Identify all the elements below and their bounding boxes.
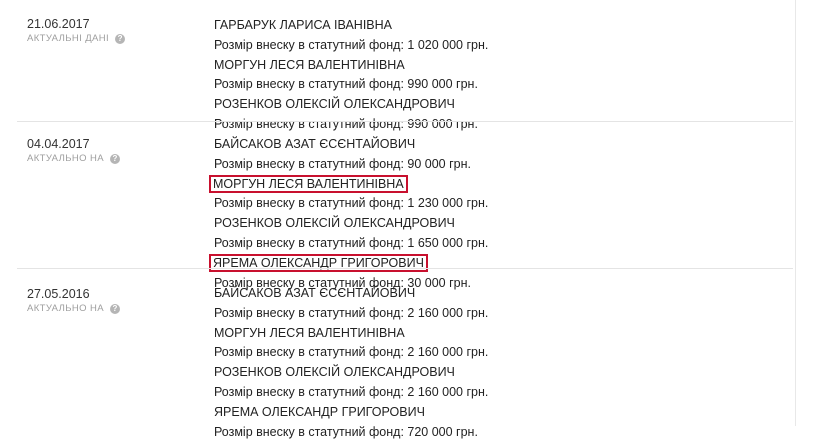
founder-name: БАЙСАКОВ АЗАТ ЄСЄНТАЙОВИЧ bbox=[214, 137, 416, 151]
founders-list: БАЙСАКОВ АЗАТ ЄСЄНТАЙОВИЧ Розмір внеску … bbox=[209, 135, 489, 293]
contribution-amount: Розмір внеску в статутний фонд: 720 000 … bbox=[214, 424, 478, 439]
right-column-divider bbox=[795, 0, 796, 426]
record-date: 21.06.2017 bbox=[27, 17, 90, 31]
record-divider bbox=[17, 268, 793, 269]
founder-name: РОЗЕНКОВ ОЛЕКСІЙ ОЛЕКСАНДРОВИЧ bbox=[214, 365, 455, 380]
contribution-amount: Розмір внеску в статутний фонд: 1 230 00… bbox=[214, 196, 489, 211]
highlight-box: МОРГУН ЛЕСЯ ВАЛЕНТИНІВНА bbox=[209, 174, 408, 193]
founder-name: МОРГУН ЛЕСЯ ВАЛЕНТИНІВНА bbox=[214, 325, 405, 340]
founder-name-highlighted: МОРГУН ЛЕСЯ ВАЛЕНТИНІВНА bbox=[209, 174, 488, 195]
contribution-amount: Розмір внеску в статутний фонд: 990 000 … bbox=[214, 77, 478, 92]
record-status-label: АКТУАЛЬНО НА bbox=[27, 153, 104, 164]
contribution-amount: Розмір внеску в статутний фонд: 1 020 00… bbox=[214, 37, 489, 52]
founder-name: РОЗЕНКОВ ОЛЕКСІЙ ОЛЕКСАНДРОВИЧ bbox=[214, 97, 455, 112]
record-status: АКТУАЛЬНО НА? bbox=[27, 153, 120, 165]
contribution-amount: Розмір внеску в статутний фонд: 2 160 00… bbox=[214, 305, 489, 320]
record-status-label: АКТУАЛЬНІ ДАНІ bbox=[27, 33, 110, 44]
record-status: АКТУАЛЬНІ ДАНІ? bbox=[27, 33, 126, 45]
record-status: АКТУАЛЬНО НА? bbox=[27, 303, 120, 315]
founders-list: БАЙСАКОВ АЗАТ ЄСЄНТАЙОВИЧ Розмір внеску … bbox=[214, 284, 488, 442]
record-date: 04.04.2017 bbox=[27, 137, 90, 151]
help-icon[interactable]: ? bbox=[115, 34, 126, 44]
founder-name: ЯРЕМА ОЛЕКСАНДР ГРИГОРОВИЧ bbox=[214, 404, 425, 419]
founder-name-highlighted: ЯРЕМА ОЛЕКСАНДР ГРИГОРОВИЧ bbox=[209, 253, 488, 274]
founder-name: БАЙСАКОВ АЗАТ ЄСЄНТАЙОВИЧ bbox=[214, 286, 416, 300]
contribution-amount: Розмір внеску в статутний фонд: 2 160 00… bbox=[214, 345, 489, 360]
record-date: 27.05.2016 bbox=[27, 287, 90, 301]
contribution-amount: Розмір внеску в статутний фонд: 2 160 00… bbox=[214, 384, 489, 399]
contribution-amount: Розмір внеску в статутний фонд: 990 000 … bbox=[214, 116, 478, 131]
record-divider bbox=[17, 121, 793, 122]
help-icon[interactable]: ? bbox=[109, 304, 120, 314]
founder-name: РОЗЕНКОВ ОЛЕКСІЙ ОЛЕКСАНДРОВИЧ bbox=[214, 216, 455, 231]
contribution-amount: Розмір внеску в статутний фонд: 1 650 00… bbox=[214, 235, 489, 250]
founder-name: ГАРБАРУК ЛАРИСА ІВАНІВНА bbox=[214, 18, 392, 32]
founder-name: МОРГУН ЛЕСЯ ВАЛЕНТИНІВНА bbox=[214, 57, 405, 72]
record-status-label: АКТУАЛЬНО НА bbox=[27, 303, 104, 314]
founders-list: ГАРБАРУК ЛАРИСА ІВАНІВНА Розмір внеску в… bbox=[214, 16, 488, 135]
help-icon[interactable]: ? bbox=[109, 154, 120, 164]
contribution-amount: Розмір внеску в статутний фонд: 90 000 г… bbox=[214, 156, 471, 171]
